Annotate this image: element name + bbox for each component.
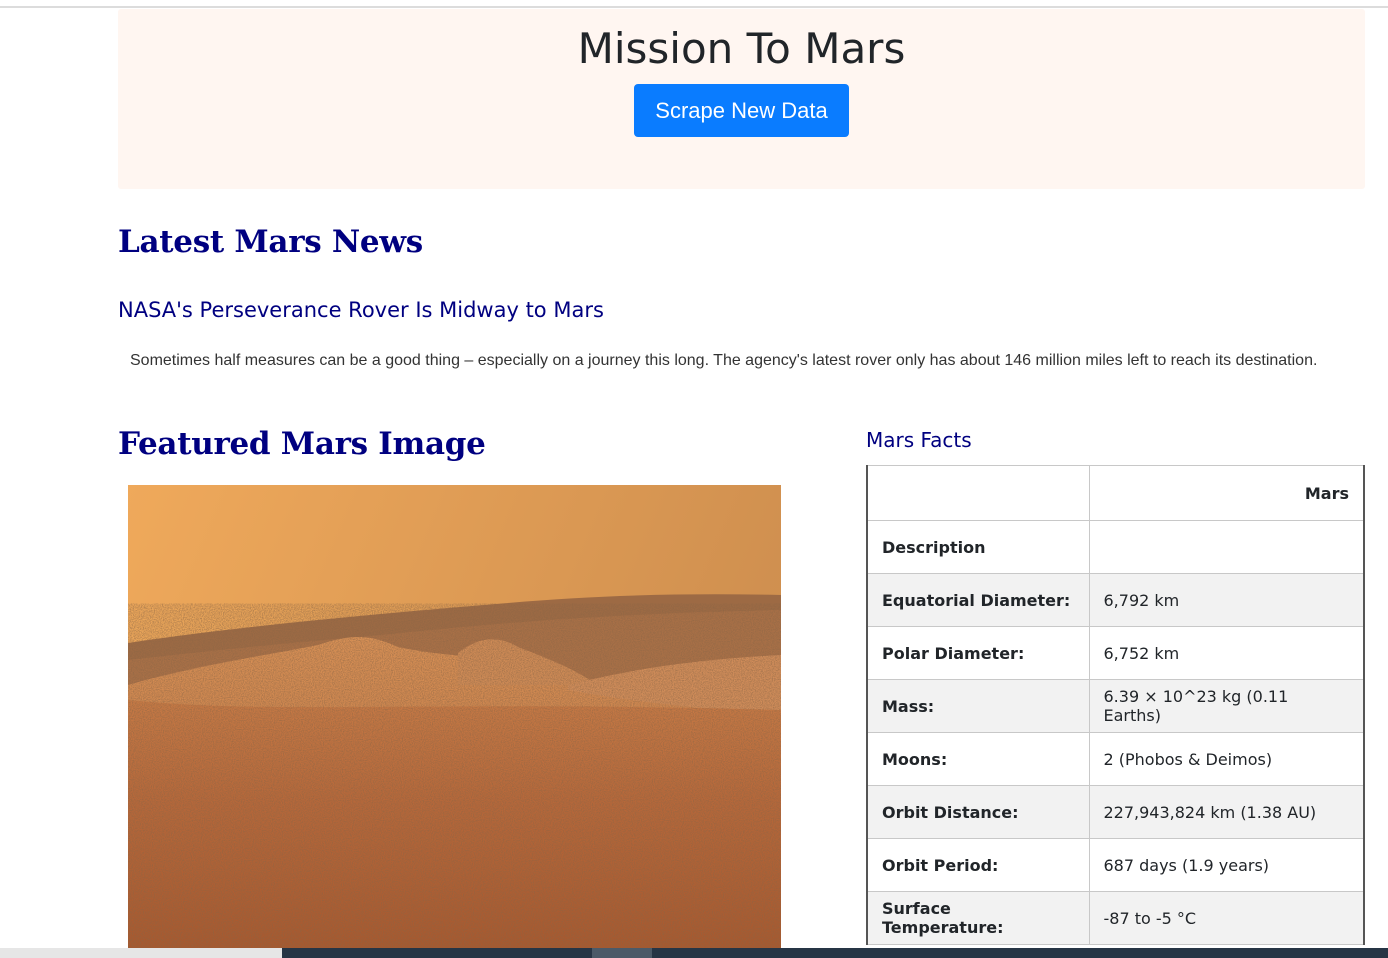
fact-value: -87 to -5 °C [1088,891,1365,945]
header-jumbotron: Mission To Mars Scrape New Data [118,9,1365,189]
fact-label: Surface Temperature: [866,891,1090,945]
fact-label: Orbit Distance: [866,785,1090,839]
taskbar-strip [282,948,1388,958]
table-row: Mass: 6.39 × 10^23 kg (0.11 Earths) [866,679,1365,733]
table-header-row: Mars [866,465,1365,521]
table-row: Orbit Period: 687 days (1.9 years) [866,838,1365,892]
fact-value: 6.39 × 10^23 kg (0.11 Earths) [1088,679,1365,733]
fact-value: 227,943,824 km (1.38 AU) [1088,785,1365,839]
table-header-mars: Mars [1088,465,1365,521]
news-teaser: Sometimes half measures can be a good th… [130,352,1318,369]
mars-facts-table: Mars Description Equatorial Diameter: 6,… [866,465,1365,945]
fact-label: Mass: [866,679,1090,733]
table-row: Moons: 2 (Phobos & Deimos) [866,732,1365,786]
table-header-empty [866,465,1090,521]
table-row: Description [866,520,1365,574]
latest-news-heading: Latest Mars News [118,224,423,260]
featured-image-heading: Featured Mars Image [118,426,486,462]
table-row: Equatorial Diameter: 6,792 km [866,573,1365,627]
news-headline: NASA's Perseverance Rover Is Midway to M… [118,298,604,322]
fact-label: Moons: [866,732,1090,786]
scrape-new-data-button[interactable]: Scrape New Data [634,84,849,137]
fact-label: Equatorial Diameter: [866,573,1090,627]
fact-value [1088,520,1365,574]
fact-value: 2 (Phobos & Deimos) [1088,732,1365,786]
fact-value: 6,792 km [1088,573,1365,627]
page-title: Mission To Mars [577,24,906,73]
top-border [0,6,1388,8]
fact-label: Orbit Period: [866,838,1090,892]
fact-label: Description [866,520,1090,574]
fact-value: 687 days (1.9 years) [1088,838,1365,892]
featured-mars-image [128,485,781,948]
taskbar-segment [592,948,652,958]
table-row: Polar Diameter: 6,752 km [866,626,1365,680]
fact-value: 6,752 km [1088,626,1365,680]
fact-label: Polar Diameter: [866,626,1090,680]
table-row: Orbit Distance: 227,943,824 km (1.38 AU) [866,785,1365,839]
table-row: Surface Temperature: -87 to -5 °C [866,891,1365,945]
mars-facts-title: Mars Facts [866,428,972,452]
